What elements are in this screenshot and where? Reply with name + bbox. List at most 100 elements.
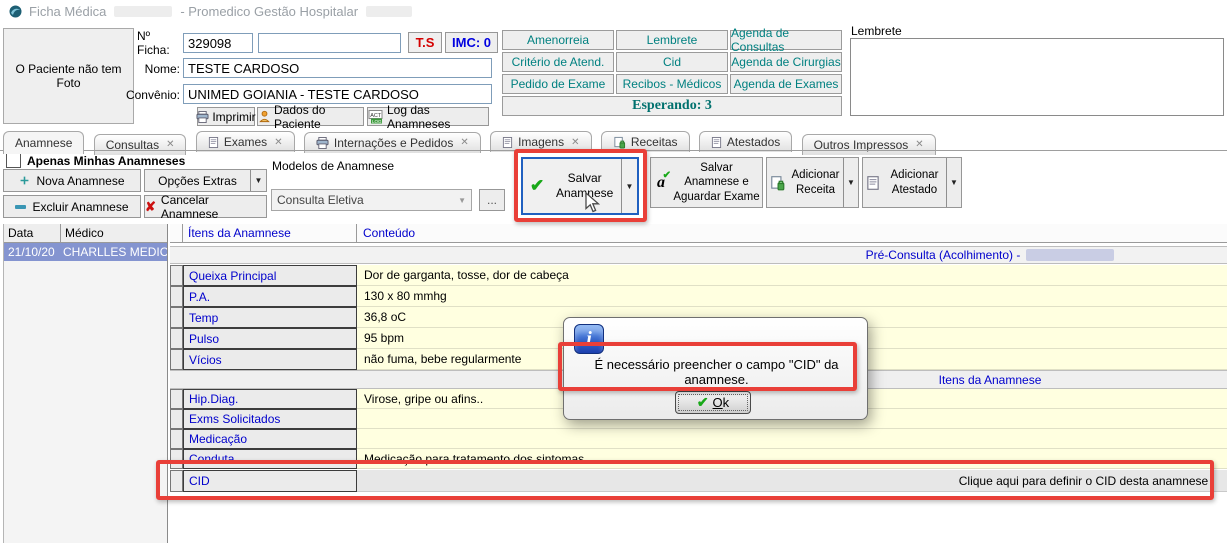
row-content[interactable]: Medicação para tratamento dos sintomas. bbox=[357, 449, 1227, 469]
ficha-extra-input[interactable] bbox=[258, 33, 401, 53]
row-label: Conduta bbox=[183, 449, 357, 469]
apenas-minhas-checkbox-row: Apenas Minhas Anamneses bbox=[6, 153, 185, 168]
nova-anamnese-button[interactable]: Nova Anamnese bbox=[3, 169, 141, 192]
tab-label: Internações e Pedidos bbox=[334, 136, 453, 150]
row-selector[interactable] bbox=[170, 470, 183, 492]
cid-button[interactable]: Cid bbox=[616, 52, 728, 72]
cid-row: CID Clique aqui para definir o CID desta… bbox=[170, 470, 1227, 492]
opcoes-extras-label: Opções Extras bbox=[145, 174, 250, 188]
nome-input[interactable] bbox=[183, 58, 492, 78]
table-row: Queixa Principal Dor de garganta, tosse,… bbox=[170, 265, 1227, 286]
adicionar-receita-button[interactable]: Adicionar Receita ▼ bbox=[766, 157, 859, 208]
new-icon bbox=[19, 175, 30, 186]
chevron-down-icon[interactable]: ▼ bbox=[622, 182, 637, 191]
close-tab-icon[interactable]: ✕ bbox=[915, 139, 923, 150]
a-check-icon: a ✔ bbox=[653, 174, 669, 192]
tab-receitas[interactable]: Receitas bbox=[601, 131, 690, 152]
row-content[interactable]: Dor de garganta, tosse, dor de cabeça bbox=[357, 265, 1227, 286]
imprimir-button[interactable]: Imprimir bbox=[197, 107, 255, 126]
cancelar-anamnese-button[interactable]: ✘ Cancelar Anamnese bbox=[144, 195, 267, 218]
row-content[interactable] bbox=[357, 429, 1227, 449]
tab-outros-impressos[interactable]: Outros Impressos✕ bbox=[802, 134, 936, 155]
redacted-block bbox=[366, 6, 412, 17]
dados-label: Dados do Paciente bbox=[274, 103, 363, 131]
anamneses-list-header: Data Médico bbox=[4, 224, 167, 243]
amenorreia-button[interactable]: Amenorreia bbox=[502, 30, 614, 50]
apenas-minhas-label: Apenas Minhas Anamneses bbox=[27, 154, 185, 168]
close-tab-icon[interactable]: ✕ bbox=[166, 139, 174, 150]
log-icon: ACTLOG bbox=[368, 110, 383, 124]
cid-placeholder[interactable]: Clique aqui para definir o CID desta ana… bbox=[357, 470, 1227, 492]
chevron-down-icon[interactable]: ▼ bbox=[947, 178, 961, 187]
row-selector[interactable] bbox=[170, 307, 183, 328]
excluir-anamnese-button[interactable]: Excluir Anamnese bbox=[3, 195, 141, 218]
close-tab-icon[interactable]: ✕ bbox=[274, 137, 282, 148]
modelos-value: Consulta Eletiva bbox=[277, 193, 458, 207]
row-content[interactable]: 130 x 80 mmhg bbox=[357, 286, 1227, 307]
row-label: Vícios bbox=[183, 349, 357, 370]
modelos-label: Modelos de Anamnese bbox=[272, 159, 394, 173]
dados-do-paciente-button[interactable]: Dados do Paciente bbox=[257, 107, 364, 126]
tab-anamnese[interactable]: Anamnese bbox=[3, 131, 84, 154]
criterio-atend-button[interactable]: Critério de Atend. bbox=[502, 52, 614, 72]
row-selector[interactable] bbox=[170, 265, 183, 286]
col-conteudo: Conteúdo bbox=[357, 224, 1227, 242]
modelos-more-button[interactable]: ... bbox=[479, 189, 505, 211]
chevron-down-icon[interactable]: ▼ bbox=[251, 176, 266, 185]
tab-imagens[interactable]: Imagens✕ bbox=[490, 131, 591, 152]
check-icon: ✔ bbox=[697, 394, 709, 411]
pedido-exame-button[interactable]: Pedido de Exame bbox=[502, 74, 614, 94]
document-icon bbox=[502, 136, 513, 149]
log-anamneses-button[interactable]: ACTLOG Log das Anamneses bbox=[367, 107, 489, 126]
salvar-anamnese-button[interactable]: ✔ Salvar Anamnese ▼ bbox=[521, 157, 639, 215]
title-bar: Ficha Médica - Promedico Gestão Hospital… bbox=[0, 0, 1227, 22]
adicionar-atestado-label: Adicionar Atestado bbox=[883, 168, 946, 197]
col-medico[interactable]: Médico bbox=[61, 224, 167, 242]
ok-button[interactable]: ✔ Ok bbox=[675, 391, 751, 414]
tab-exames[interactable]: Exames ✕ bbox=[196, 131, 295, 152]
apenas-minhas-checkbox[interactable] bbox=[6, 153, 21, 168]
lembrete-button[interactable]: Lembrete bbox=[616, 30, 728, 50]
cid-warning-dialog: i É necessário preencher o campo "CID" d… bbox=[563, 317, 868, 420]
table-row: Medicação bbox=[170, 429, 1227, 449]
opcoes-extras-button[interactable]: Opções Extras ▼ bbox=[144, 169, 267, 192]
adicionar-atestado-button[interactable]: Adicionar Atestado ▼ bbox=[862, 157, 962, 208]
printer-icon bbox=[316, 137, 329, 149]
row-selector[interactable] bbox=[170, 328, 183, 349]
tab-consultas[interactable]: Consultas✕ bbox=[94, 134, 187, 155]
document-icon bbox=[866, 175, 880, 191]
pre-consulta-title: Pré-Consulta (Acolhimento) - bbox=[866, 248, 1021, 262]
lembrete-label: Lembrete bbox=[851, 24, 902, 38]
agenda-cirurgias-button[interactable]: Agenda de Cirurgias bbox=[730, 52, 842, 72]
row-selector[interactable] bbox=[170, 409, 183, 429]
ficha-medica-window: Ficha Médica - Promedico Gestão Hospital… bbox=[0, 0, 1227, 543]
convenio-input[interactable] bbox=[183, 84, 492, 104]
row-selector[interactable] bbox=[170, 429, 183, 449]
row-selector[interactable] bbox=[170, 389, 183, 409]
recibos-medicos-button[interactable]: Recibos - Médicos bbox=[616, 74, 728, 94]
modelos-dropdown[interactable]: Consulta Eletiva ▼ bbox=[271, 189, 472, 211]
agenda-exames-button[interactable]: Agenda de Exames bbox=[730, 74, 842, 94]
chevron-down-icon[interactable]: ▼ bbox=[844, 178, 858, 187]
prescription-icon bbox=[770, 175, 785, 191]
tab-strip-divider bbox=[0, 150, 1227, 151]
tab-label: Anamnese bbox=[15, 136, 72, 150]
col-itens-anamnese: Ítens da Anamnese bbox=[183, 224, 357, 242]
col-data[interactable]: Data bbox=[4, 224, 61, 242]
table-row: Conduta Medicação para tratamento dos si… bbox=[170, 449, 1227, 469]
lembrete-box[interactable] bbox=[850, 38, 1224, 116]
ficha-input[interactable] bbox=[183, 33, 253, 53]
row-selector[interactable] bbox=[170, 449, 183, 469]
row-selector[interactable] bbox=[170, 349, 183, 370]
close-tab-icon[interactable]: ✕ bbox=[460, 137, 468, 148]
anamnese-row-selected[interactable]: 21/10/20 CHARLLES MEDICO bbox=[4, 243, 167, 261]
tab-atestados[interactable]: Atestados bbox=[699, 131, 792, 152]
agenda-consultas-button[interactable]: Agenda de Consultas bbox=[730, 30, 842, 50]
nova-anamnese-label: Nova Anamnese bbox=[36, 174, 124, 188]
nome-label: Nome: bbox=[137, 59, 180, 79]
close-tab-icon[interactable]: ✕ bbox=[571, 137, 579, 148]
row-label: Exms Solicitados bbox=[183, 409, 357, 429]
salvar-aguardar-exame-button[interactable]: a ✔ Salvar Anamnese e Aguardar Exame bbox=[650, 157, 763, 208]
tab-label: Exames bbox=[224, 135, 267, 149]
row-selector[interactable] bbox=[170, 286, 183, 307]
